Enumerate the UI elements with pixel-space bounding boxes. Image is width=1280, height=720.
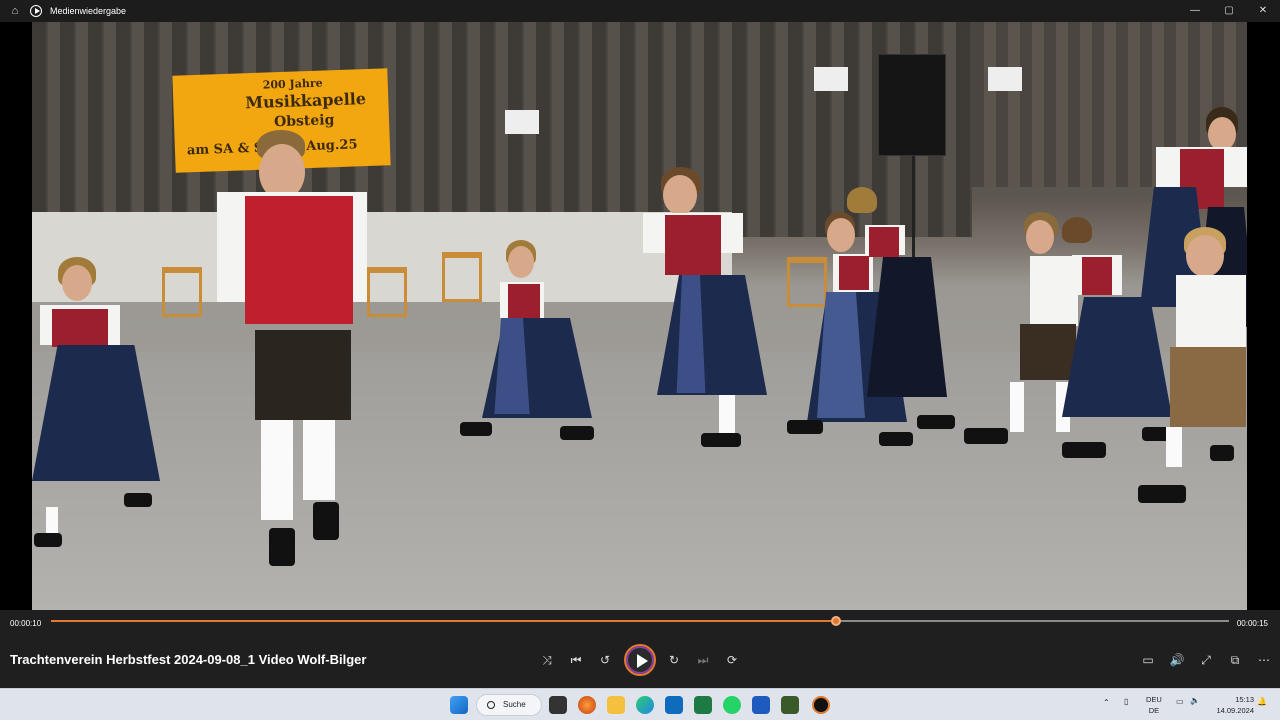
loudspeaker <box>878 54 946 156</box>
chair <box>367 267 407 317</box>
file-explorer-icon[interactable] <box>607 696 625 714</box>
more-options-icon[interactable]: ⋯ <box>1253 653 1275 667</box>
media-player-app-icon <box>30 5 42 17</box>
edge-icon[interactable] <box>636 696 654 714</box>
search-icon <box>487 701 495 709</box>
fullscreen-icon[interactable]: ⤢ <box>1195 653 1217 668</box>
window-controls: — ▢ ✕ <box>1178 0 1280 22</box>
search-label: Suche <box>503 700 526 709</box>
word-icon[interactable] <box>752 696 770 714</box>
player-controls: 00:00:10 00:00:15 Trachtenverein Herbstf… <box>0 610 1280 688</box>
battery-icon[interactable]: ▯ <box>1124 697 1128 706</box>
chair <box>787 257 827 307</box>
seek-bar[interactable] <box>51 616 1229 626</box>
shuffle-icon[interactable]: ⤨ <box>536 653 558 668</box>
banner-line-3: Obsteig <box>273 112 335 131</box>
total-time: 00:00:15 <box>1236 619 1268 628</box>
wall-sign <box>814 67 848 91</box>
excel-icon[interactable] <box>694 696 712 714</box>
media-player-taskbar-icon[interactable] <box>812 696 830 714</box>
notification-bell-icon[interactable]: 🔔 <box>1257 697 1267 706</box>
barn-wall <box>32 22 972 237</box>
minimize-button[interactable]: — <box>1178 0 1212 22</box>
network-icon[interactable]: ▭ <box>1176 697 1184 706</box>
title-bar: ⌂ Medienwiedergabe — ▢ ✕ <box>0 0 1280 22</box>
wall-sign <box>505 110 539 134</box>
firefox-icon[interactable] <box>578 696 596 714</box>
search-box[interactable]: Suche <box>476 694 542 716</box>
cast-icon[interactable]: ⧉ <box>1224 653 1246 668</box>
chair <box>162 267 202 317</box>
terminal-app-icon[interactable] <box>781 696 799 714</box>
taskbar: Suche ⌃ ▯ DEU DE ▭ 🔈 15:13 14.09.2024 🔔 <box>0 688 1280 720</box>
app-title: Medienwiedergabe <box>50 6 127 16</box>
close-button[interactable]: ✕ <box>1246 0 1280 22</box>
language-line-2: DE <box>1148 706 1160 715</box>
forward-30-icon[interactable]: ↻ <box>663 653 685 667</box>
task-view-icon[interactable] <box>549 696 567 714</box>
windows-start-icon[interactable] <box>450 696 468 714</box>
language-line-1: DEU <box>1146 695 1162 704</box>
wall-sign <box>988 67 1022 91</box>
miniplayer-icon[interactable]: ▭ <box>1137 653 1159 667</box>
maximize-button[interactable]: ▢ <box>1212 0 1246 22</box>
current-time: 00:00:10 <box>10 619 42 628</box>
chair <box>442 252 482 302</box>
whatsapp-icon[interactable] <box>723 696 741 714</box>
banner-line-1: 200 Jahre <box>262 76 323 92</box>
clock-time: 15:13 <box>1235 695 1254 704</box>
outlook-icon[interactable] <box>665 696 683 714</box>
next-icon[interactable]: ⏭ <box>692 653 714 668</box>
video-frame[interactable]: 200 Jahre Musikkapelle Obsteig am SA & S… <box>32 22 1247 610</box>
previous-icon[interactable]: ⏮ <box>565 653 587 668</box>
repeat-off-icon[interactable]: ⟳ <box>721 653 743 667</box>
play-button[interactable] <box>624 644 656 676</box>
volume-icon[interactable]: 🔊 <box>1166 653 1188 667</box>
video-title: Trachtenverein Herbstfest 2024-09-08_1 V… <box>10 652 367 667</box>
clock[interactable]: 15:13 14.09.2024 <box>1216 694 1254 716</box>
banner-line-2: Musikkapelle <box>245 89 367 113</box>
home-icon[interactable]: ⌂ <box>0 5 30 17</box>
speaker-icon[interactable]: 🔈 <box>1190 696 1200 705</box>
rewind-10-icon[interactable]: ↺ <box>594 653 616 667</box>
language-indicator[interactable]: DEU DE <box>1146 694 1162 716</box>
clock-date: 14.09.2024 <box>1216 706 1254 715</box>
chevron-up-icon[interactable]: ⌃ <box>1103 698 1110 707</box>
seek-bar-thumb[interactable] <box>831 616 842 626</box>
seek-bar-progress <box>51 620 837 622</box>
